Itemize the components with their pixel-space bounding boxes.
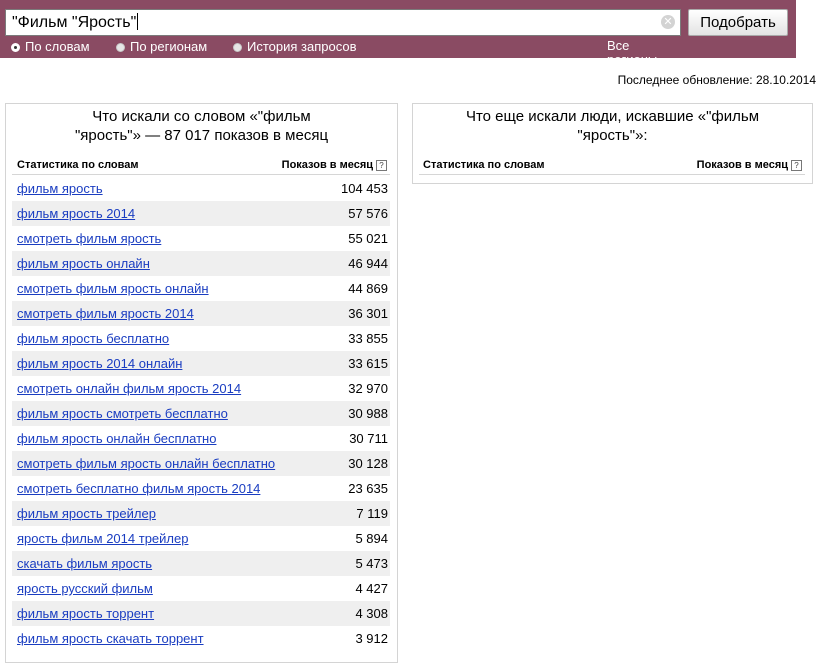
help-icon[interactable]: ? bbox=[791, 160, 802, 171]
table-row: фильм ярость скачать торрент 3 912 bbox=[12, 626, 390, 651]
impressions-count: 30 128 bbox=[348, 456, 388, 471]
keyword-link[interactable]: фильм ярость смотреть бесплатно bbox=[17, 406, 228, 421]
table-row: фильм ярость онлайн бесплатно 30 711 bbox=[12, 426, 390, 451]
table-row: фильм ярость трейлер 7 119 bbox=[12, 501, 390, 526]
keyword-link[interactable]: смотреть фильм ярость онлайн бесплатно bbox=[17, 456, 275, 471]
table-row: фильм ярость 104 453 bbox=[12, 176, 390, 201]
keyword-link[interactable]: скачать фильм ярость bbox=[17, 556, 152, 571]
column-header-count: Показов в месяц? bbox=[697, 159, 802, 171]
impressions-count: 4 308 bbox=[355, 606, 388, 621]
keyword-link[interactable]: смотреть фильм ярость 2014 bbox=[17, 306, 194, 321]
related-queries-panel: Что еще искали люди, искавшие «"фильм "я… bbox=[412, 103, 813, 184]
keyword-link[interactable]: фильм ярость bbox=[17, 181, 103, 196]
all-regions-link[interactable]: Все регионы bbox=[607, 39, 658, 68]
keyword-link[interactable]: фильм ярость трейлер bbox=[17, 506, 156, 521]
keyword-link[interactable]: фильм ярость скачать торрент bbox=[17, 631, 204, 646]
table-row: смотреть фильм ярость онлайн 44 869 bbox=[12, 276, 390, 301]
keyword-link[interactable]: ярость русский фильм bbox=[17, 581, 153, 596]
word-stats-panel: Что искали со словом «"фильм "ярость"» —… bbox=[5, 103, 398, 663]
column-header-count-label: Показов в месяц bbox=[281, 159, 373, 171]
radio-icon bbox=[233, 43, 242, 52]
table-row: смотреть фильм ярость 2014 36 301 bbox=[12, 301, 390, 326]
table-row: фильм ярость смотреть бесплатно 30 988 bbox=[12, 401, 390, 426]
header-divider bbox=[12, 174, 390, 175]
impressions-count: 4 427 bbox=[355, 581, 388, 596]
table-row: смотреть бесплатно фильм ярость 2014 23 6… bbox=[12, 476, 390, 501]
keyword-link[interactable]: фильм ярость онлайн bbox=[17, 256, 150, 271]
table-row: фильм ярость торрент 4 308 bbox=[12, 601, 390, 626]
radio-icon bbox=[116, 43, 125, 52]
mode-label: По словам bbox=[25, 39, 90, 54]
table-row: фильм ярость 2014 57 576 bbox=[12, 201, 390, 226]
panel-title-line: Что еще искали люди, искавшие «"фильм bbox=[465, 108, 760, 125]
keyword-link[interactable]: фильм ярость 2014 онлайн bbox=[17, 356, 182, 371]
mode-label: История запросов bbox=[247, 39, 357, 54]
table-row: фильм ярость онлайн 46 944 bbox=[12, 251, 390, 276]
panel-title: Что искали со словом «"фильм "ярость"» —… bbox=[6, 107, 397, 145]
keyword-link[interactable]: смотреть фильм ярость bbox=[17, 231, 161, 246]
keyword-link[interactable]: фильм ярость 2014 bbox=[17, 206, 135, 221]
impressions-count: 44 869 bbox=[348, 281, 388, 296]
search-input[interactable]: "Фильм "Ярость" bbox=[5, 9, 681, 36]
mode-by-words[interactable]: По словам bbox=[11, 39, 90, 55]
panel-title-line: Что искали со словом «"фильм bbox=[92, 108, 311, 125]
impressions-count: 30 711 bbox=[349, 431, 388, 446]
search-input-value: "Фильм "Ярость" bbox=[12, 14, 137, 31]
keyword-link[interactable]: смотреть фильм ярость онлайн bbox=[17, 281, 209, 296]
impressions-count: 46 944 bbox=[348, 256, 388, 271]
panel-title-line: "ярость"»: bbox=[577, 127, 648, 144]
impressions-count: 104 453 bbox=[341, 181, 388, 196]
table-row: скачать фильм ярость 5 473 bbox=[12, 551, 390, 576]
keyword-link[interactable]: ярость фильм 2014 трейлер bbox=[17, 531, 188, 546]
impressions-count: 23 635 bbox=[348, 481, 388, 496]
impressions-count: 7 119 bbox=[356, 506, 388, 521]
table-row: ярость русский фильм 4 427 bbox=[12, 576, 390, 601]
mode-query-history[interactable]: История запросов bbox=[233, 39, 357, 55]
impressions-count: 30 988 bbox=[348, 406, 388, 421]
impressions-count: 5 894 bbox=[355, 531, 388, 546]
impressions-count: 5 473 bbox=[355, 556, 388, 571]
table-row: смотреть фильм ярость 55 021 bbox=[12, 226, 390, 251]
column-header-words: Статистика по словам bbox=[17, 159, 139, 171]
column-header-count-label: Показов в месяц bbox=[696, 159, 788, 171]
impressions-count: 32 970 bbox=[348, 381, 388, 396]
clear-icon[interactable]: ✕ bbox=[661, 15, 675, 29]
impressions-count: 55 021 bbox=[348, 231, 388, 246]
mode-label: По регионам bbox=[130, 39, 208, 54]
table-row: фильм ярость 2014 онлайн 33 615 bbox=[12, 351, 390, 376]
column-header-count: Показов в месяц? bbox=[282, 159, 387, 171]
table-row: смотреть онлайн фильм ярость 2014 32 970 bbox=[12, 376, 390, 401]
keyword-link[interactable]: смотреть бесплатно фильм ярость 2014 bbox=[17, 481, 260, 496]
impressions-count: 36 301 bbox=[348, 306, 388, 321]
keyword-table: фильм ярость 104 453 фильм ярость 2014 57 5… bbox=[12, 176, 390, 651]
keyword-link[interactable]: фильм ярость торрент bbox=[17, 606, 154, 621]
table-row: смотреть фильм ярость онлайн бесплатно 30… bbox=[12, 451, 390, 476]
table-row: ярость фильм 2014 трейлер 5 894 bbox=[12, 526, 390, 551]
impressions-count: 57 576 bbox=[348, 206, 388, 221]
radio-selected-icon bbox=[11, 43, 20, 52]
impressions-count: 33 615 bbox=[348, 356, 388, 371]
impressions-count: 33 855 bbox=[348, 331, 388, 346]
last-update-text: Последнее обновление: 28.10.2014 bbox=[617, 73, 816, 87]
mode-by-regions[interactable]: По регионам bbox=[116, 39, 207, 55]
header-divider bbox=[419, 174, 805, 175]
panel-title: Что еще искали люди, искавшие «"фильм "я… bbox=[413, 107, 812, 145]
keyword-link[interactable]: смотреть онлайн фильм ярость 2014 bbox=[17, 381, 241, 396]
keyword-link[interactable]: фильм ярость онлайн бесплатно bbox=[17, 431, 216, 446]
keyword-link[interactable]: фильм ярость бесплатно bbox=[17, 331, 169, 346]
search-bar-edge bbox=[796, 0, 821, 58]
panel-title-line: "ярость"» — 87 017 показов в месяц bbox=[74, 127, 329, 144]
impressions-count: 3 912 bbox=[355, 631, 388, 646]
pick-button[interactable]: Подобрать bbox=[688, 9, 788, 36]
table-row: фильм ярость бесплатно 33 855 bbox=[12, 326, 390, 351]
help-icon[interactable]: ? bbox=[376, 160, 387, 171]
text-caret bbox=[137, 13, 139, 30]
column-header-words: Статистика по словам bbox=[423, 159, 545, 171]
